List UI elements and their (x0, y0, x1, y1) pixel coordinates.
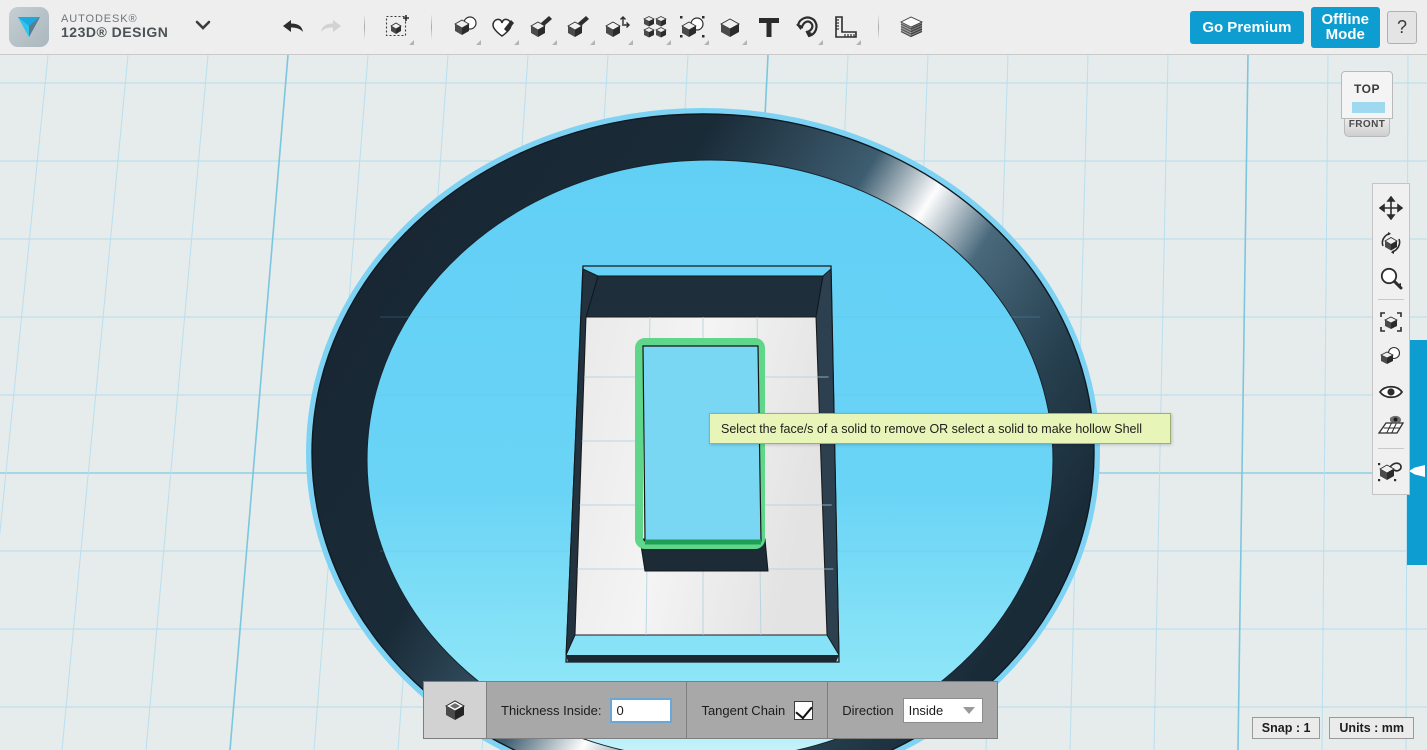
rail-divider-2 (1378, 448, 1404, 449)
toolbar-separator-2 (431, 14, 432, 40)
application-window: AUTODESK® 123D® DESIGN (0, 0, 1427, 750)
status-bar: Snap : 1 Units : mm (1252, 717, 1414, 739)
direction-field: Direction Inside (828, 682, 996, 738)
construct-button[interactable] (522, 5, 560, 49)
pattern-button[interactable] (598, 5, 636, 49)
view-cube-front-label: FRONT (1349, 119, 1385, 130)
brand-area: AUTODESK® 123D® DESIGN (0, 7, 212, 47)
toolbar-separator-3 (878, 14, 879, 40)
model-geometry[interactable] (0, 55, 1427, 750)
thickness-input[interactable] (610, 698, 672, 723)
redo-button[interactable] (312, 5, 350, 49)
help-button[interactable]: ? (1387, 11, 1417, 44)
shell-hollow-cube-icon (424, 682, 487, 738)
transform-button[interactable] (379, 5, 417, 49)
thickness-label: Thickness Inside: (501, 703, 601, 718)
box-far-wall (586, 276, 823, 317)
combine-button[interactable] (674, 5, 712, 49)
tool-buttons-group (274, 5, 931, 49)
offline-mode-button[interactable]: Offline Mode (1311, 7, 1381, 48)
brand-product: 123D® DESIGN (61, 25, 168, 41)
undo-button[interactable] (274, 5, 312, 49)
tooltip-text: Select the face/s of a solid to remove O… (721, 422, 1142, 436)
text-button[interactable] (750, 5, 788, 49)
view-style-cube-icon[interactable] (1373, 339, 1409, 374)
magnifier-zoom-icon[interactable] (1373, 260, 1409, 295)
snap-status[interactable]: Snap : 1 (1252, 717, 1321, 739)
scrollbar-handle[interactable] (1409, 465, 1425, 477)
eye-visibility-icon[interactable] (1373, 374, 1409, 409)
fit-brackets-cube-icon[interactable] (1373, 304, 1409, 339)
sketch-button[interactable] (484, 5, 522, 49)
tangent-chain-checkbox[interactable] (794, 701, 813, 720)
units-status[interactable]: Units : mm (1329, 717, 1414, 739)
chevron-down-icon[interactable] (194, 18, 212, 36)
viewport-canvas[interactable]: TOP FRONT (0, 55, 1427, 750)
box-near-wall (566, 655, 839, 662)
go-premium-button[interactable]: Go Premium (1190, 11, 1303, 44)
header-actions: Go Premium Offline Mode ? (1190, 7, 1427, 48)
top-toolbar: AUTODESK® 123D® DESIGN (0, 0, 1427, 55)
material-button[interactable] (712, 5, 750, 49)
view-cube[interactable]: TOP FRONT (1339, 69, 1395, 141)
view-cube-top-label: TOP (1354, 82, 1380, 96)
shell-tool-panel: Thickness Inside: Tangent Chain Directio… (423, 681, 998, 739)
tooltip: Select the face/s of a solid to remove O… (709, 413, 1171, 444)
measure-button[interactable] (826, 5, 864, 49)
view-cube-front-face[interactable]: FRONT (1344, 119, 1390, 137)
modify-button[interactable] (560, 5, 598, 49)
grid-plane-icon[interactable] (1373, 409, 1409, 444)
vertical-scrollbar[interactable] (1407, 340, 1427, 565)
tangent-chain-field: Tangent Chain (687, 682, 828, 738)
view-cube-highlight-band (1352, 102, 1385, 113)
view-tools-rail (1372, 183, 1410, 495)
direction-value: Inside (909, 703, 944, 718)
toolbar-separator-1 (364, 14, 365, 40)
direction-label: Direction (842, 703, 893, 718)
brand-text: AUTODESK® 123D® DESIGN (61, 13, 168, 41)
orbit-cube-icon[interactable] (1373, 225, 1409, 260)
chevron-down-icon (963, 707, 975, 714)
direction-dropdown[interactable]: Inside (903, 698, 983, 723)
layers-button[interactable] (893, 5, 931, 49)
dropdown-caret (409, 40, 414, 45)
render-cube-icon[interactable] (1373, 453, 1409, 488)
thickness-field: Thickness Inside: (487, 682, 687, 738)
magnet-snap-button[interactable] (788, 5, 826, 49)
grouping-button[interactable] (636, 5, 674, 49)
offline-mode-line2: Mode (1326, 26, 1365, 43)
pan-arrows-icon[interactable] (1373, 190, 1409, 225)
tangent-chain-label: Tangent Chain (701, 703, 785, 718)
primitives-button[interactable] (446, 5, 484, 49)
autodesk-123d-logo-icon[interactable] (9, 7, 49, 47)
rail-divider-1 (1378, 299, 1404, 300)
